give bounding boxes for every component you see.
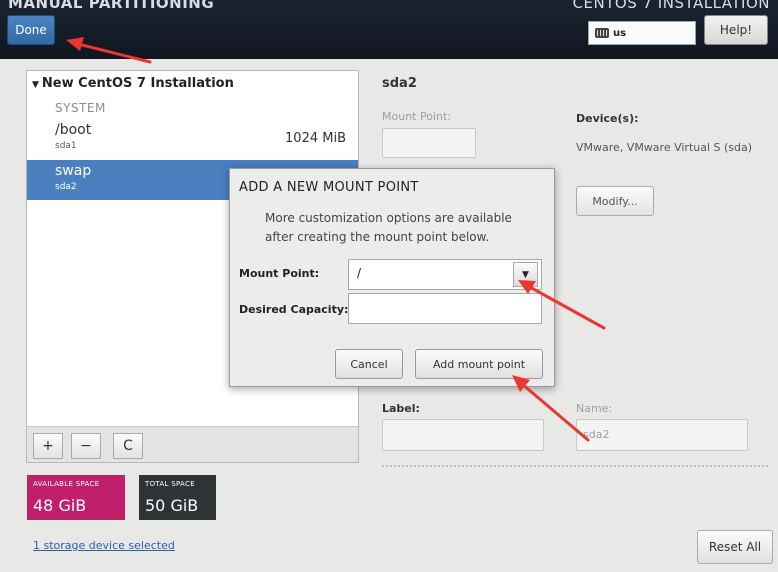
system-section-label: SYSTEM [55,101,106,115]
keyboard-layout-label: us [613,27,627,39]
total-space-value: 50 GiB [145,496,199,515]
mount-name: /boot [55,122,92,138]
dialog-title: ADD A NEW MOUNT POINT [239,180,419,195]
name-field-value: sda2 [583,428,610,441]
reset-all-button[interactable]: Reset All [697,530,773,564]
cancel-button[interactable]: Cancel [335,349,403,379]
divider [382,465,768,467]
total-space-box: TOTAL SPACE 50 GiB [139,475,216,520]
dialog-description: More customization options are available… [265,211,512,244]
storage-device-link[interactable]: 1 storage device selected [33,539,175,552]
modify-button[interactable]: Modify... [576,186,654,216]
available-space-value: 48 GiB [33,496,87,515]
keyboard-layout-selector[interactable]: us [588,21,696,45]
mount-name: swap [55,163,92,179]
add-mount-point-button[interactable]: Add mount point [415,349,543,379]
mount-size: 1024 MiB [285,131,346,146]
help-button[interactable]: Help! [704,15,768,45]
installer-title: CENTOS 7 INSTALLATION [572,0,770,12]
partition-title: sda2 [382,76,417,91]
label-label: Label: [382,402,420,415]
device-description: VMware, VMware Virtual S (sda) [576,141,753,154]
desired-capacity-label: Desired Capacity: [239,303,349,316]
expander-triangle-icon: ▼ [32,80,39,90]
chevron-down-icon[interactable]: ▼ [513,262,538,287]
done-button[interactable]: Done [7,15,55,45]
mount-point-field[interactable] [382,128,476,158]
devices-label: Device(s): [576,112,639,125]
mount-device: sda1 [55,141,77,151]
total-space-label: TOTAL SPACE [145,480,195,488]
mount-device: sda2 [55,182,77,192]
page-title: MANUAL PARTITIONING [8,0,215,12]
remove-mount-button[interactable]: − [71,433,101,459]
mount-row-boot[interactable]: /boot sda1 1024 MiB [27,119,358,159]
mount-toolbar: + − C [27,426,358,462]
keyboard-icon [595,28,609,38]
name-label: Name: [576,402,613,415]
refresh-icon[interactable]: C [113,433,143,459]
installation-title: New CentOS 7 Installation [41,76,234,91]
add-mount-button[interactable]: + [33,433,63,459]
dialog-mount-point-label: Mount Point: [239,267,320,280]
add-mount-point-dialog: ADD A NEW MOUNT POINT More customization… [229,168,555,387]
mount-point-label: Mount Point: [382,110,451,123]
available-space-label: AVAILABLE SPACE [33,480,100,488]
available-space-box: AVAILABLE SPACE 48 GiB [27,475,125,520]
top-header-bar: MANUAL PARTITIONING CENTOS 7 INSTALLATIO… [0,0,778,59]
desired-capacity-input[interactable] [348,293,542,324]
installation-header[interactable]: ▼ New CentOS 7 Installation [32,76,234,91]
label-field[interactable] [382,419,544,451]
